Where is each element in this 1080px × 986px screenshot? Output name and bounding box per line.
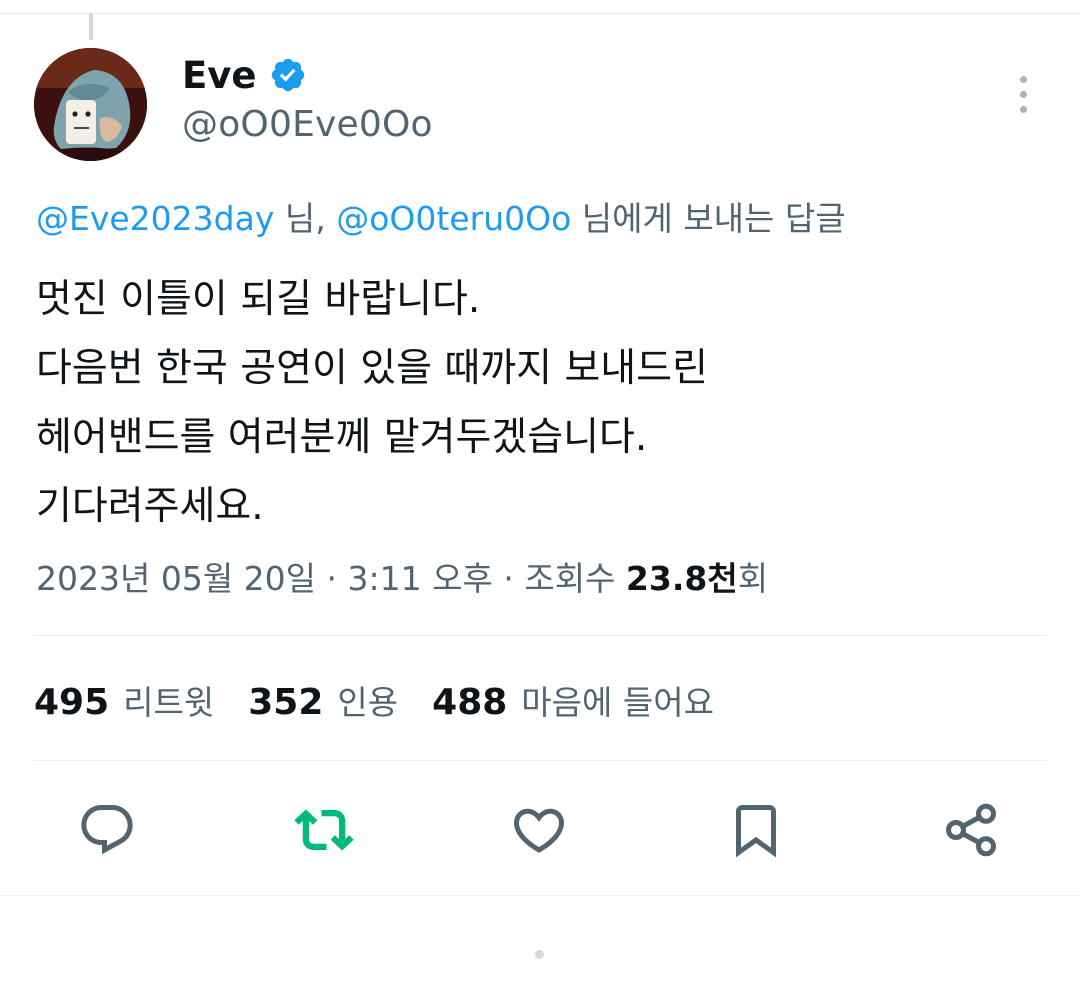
more-options-icon[interactable] bbox=[1007, 70, 1039, 118]
tweet-text: 멋진 이틀이 되길 바랍니다. 다음번 한국 공연이 있을 때까지 보내드린 헤… bbox=[36, 265, 1046, 541]
tweet-line: 헤어밴드를 여러분께 맡겨두겠습니다. bbox=[36, 415, 648, 460]
retweet-icon bbox=[294, 809, 354, 851]
quote-count-value: 352 bbox=[248, 682, 324, 723]
top-divider bbox=[0, 13, 1080, 14]
like-count-value: 488 bbox=[432, 682, 508, 723]
avatar-image bbox=[34, 48, 147, 161]
meta-separator: · bbox=[316, 559, 348, 598]
heart-icon bbox=[513, 808, 565, 853]
divider bbox=[34, 760, 1046, 761]
retweet-count[interactable]: 495 리트윗 bbox=[34, 676, 214, 724]
share-button[interactable] bbox=[941, 798, 1001, 862]
tweet-line: 멋진 이틀이 되길 바랍니다. bbox=[36, 277, 481, 322]
meta-separator: · bbox=[492, 559, 525, 598]
more-dot bbox=[1019, 75, 1027, 83]
views-label: 조회수 bbox=[524, 559, 626, 598]
reply-button[interactable] bbox=[77, 798, 137, 862]
tweet-line: 다음번 한국 공연이 있을 때까지 보내드린 bbox=[36, 346, 708, 391]
mention-link[interactable]: @Eve2023day bbox=[36, 199, 274, 238]
tweet-line: 기다려주세요. bbox=[36, 484, 264, 529]
reply-separator: 님, bbox=[274, 199, 337, 238]
avatar[interactable] bbox=[34, 48, 147, 161]
reply-context: @Eve2023day 님, @oO0teru0Oo 님에게 보내는 답글 bbox=[36, 192, 1046, 240]
retweet-count-value: 495 bbox=[34, 682, 110, 723]
views-count: 23.8천 bbox=[625, 559, 738, 598]
author-handle[interactable]: @oO0Eve0Oo bbox=[182, 104, 433, 145]
tweet-metadata: 2023년 05월 20일 · 3:11 오후 · 조회수 23.8천회 bbox=[36, 552, 1046, 600]
thread-connector-line bbox=[89, 14, 93, 40]
verified-badge-icon bbox=[271, 58, 304, 92]
author-name-row[interactable]: Eve bbox=[182, 52, 307, 98]
like-count[interactable]: 488 마음에 들어요 bbox=[432, 676, 714, 724]
speech-bubble-icon bbox=[81, 805, 133, 855]
views-suffix: 회 bbox=[737, 559, 769, 598]
bookmark-button[interactable] bbox=[726, 798, 786, 862]
retweet-count-label: 리트윗 bbox=[123, 683, 215, 722]
quote-count[interactable]: 352 인용 bbox=[248, 676, 398, 724]
retweet-button[interactable] bbox=[294, 798, 354, 862]
more-dot bbox=[1019, 90, 1027, 98]
tweet-time[interactable]: 3:11 오후 bbox=[348, 559, 493, 598]
mention-link[interactable]: @oO0teru0Oo bbox=[336, 199, 571, 238]
more-dot bbox=[1019, 105, 1027, 113]
tweet-date[interactable]: 2023년 05월 20일 bbox=[36, 559, 316, 598]
bookmark-icon bbox=[736, 805, 776, 858]
divider bbox=[0, 895, 1080, 896]
quote-count-label: 인용 bbox=[337, 683, 399, 722]
divider bbox=[34, 635, 1046, 636]
display-name[interactable]: Eve bbox=[182, 54, 257, 97]
engagement-stats: 495 리트윗 352 인용 488 마음에 들어요 bbox=[34, 676, 714, 724]
like-count-label: 마음에 들어요 bbox=[521, 683, 714, 722]
like-button[interactable] bbox=[509, 798, 569, 862]
reply-suffix: 님에게 보내는 답글 bbox=[571, 199, 846, 238]
share-icon bbox=[946, 803, 996, 857]
scroll-indicator bbox=[535, 950, 544, 959]
